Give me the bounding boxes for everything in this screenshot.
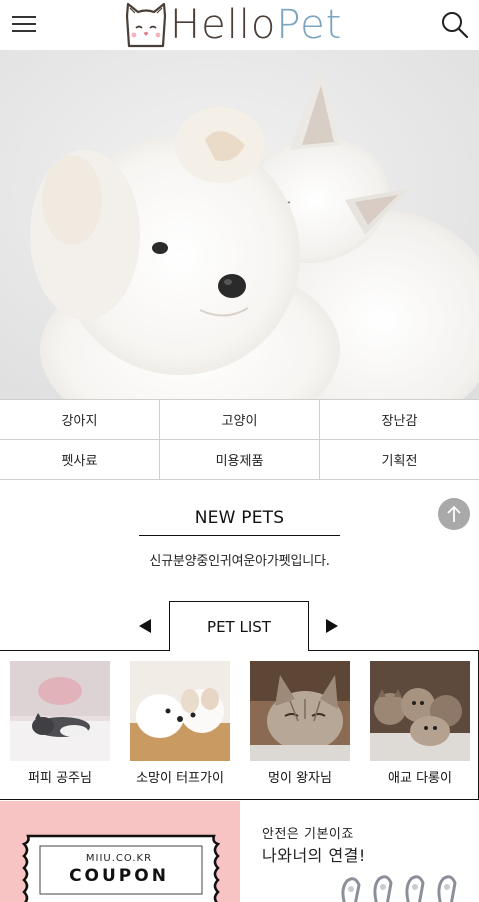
arrow-left-icon[interactable] <box>137 618 153 634</box>
leash-clips-icon <box>341 875 457 902</box>
pet-card[interactable]: 멍이 왕자님 <box>250 661 350 786</box>
header: HelloPet <box>0 0 479 50</box>
category-grooming[interactable]: 미용제품 <box>160 440 320 480</box>
category-grid: 강아지 고양이 장난감 펫사료 미용제품 기획전 <box>0 399 479 480</box>
pet-name: 애교 다롱이 <box>388 771 452 786</box>
pet-list-carousel: 퍼피 공주님 소망이 터프가이 멍이 왕자님 애교 다롱이 <box>0 650 479 800</box>
category-promotions[interactable]: 기획전 <box>320 440 479 480</box>
leash-banner[interactable]: 안전은 기본이죠 나와너의 연결! <box>240 801 479 902</box>
pet-card[interactable]: 소망이 터프가이 <box>130 661 230 786</box>
hero-banner[interactable] <box>0 50 479 399</box>
logo-text-pet: Pet <box>276 2 343 48</box>
category-dog[interactable]: 강아지 <box>0 400 160 440</box>
new-pets-title: NEW PETS <box>139 508 340 536</box>
pet-photo-sleeping-kitten <box>10 661 110 761</box>
pet-name: 멍이 왕자님 <box>268 771 332 786</box>
hero-photo-puppy-and-kitten <box>0 50 479 399</box>
coupon-site-text: MIIU.CO.KR <box>85 853 153 864</box>
pet-name: 소망이 터프가이 <box>136 771 224 786</box>
coupon-title: COUPON <box>69 866 169 886</box>
category-pet-food[interactable]: 펫사료 <box>0 440 160 480</box>
coupon-banner[interactable]: MIIU.CO.KR COUPON <box>0 801 240 902</box>
leash-banner-line2: 나와너의 연결! <box>262 846 366 865</box>
logo[interactable]: HelloPet <box>124 0 342 50</box>
logo-text-hello: Hello <box>170 2 277 48</box>
arrow-right-icon[interactable] <box>324 618 340 634</box>
category-cat[interactable]: 고양이 <box>160 400 320 440</box>
category-toys[interactable]: 장난감 <box>320 400 479 440</box>
new-pets-section: NEW PETS 신규분양중인귀여운아가펫입니다. <box>0 508 479 569</box>
scroll-to-top-icon[interactable] <box>438 498 470 530</box>
pet-photo-two-puppies <box>130 661 230 761</box>
pet-card[interactable]: 애교 다롱이 <box>370 661 470 786</box>
tab-pet-list[interactable]: PET LIST <box>169 601 309 651</box>
cat-logo-icon <box>125 2 167 48</box>
pet-card[interactable]: 퍼피 공주님 <box>10 661 110 786</box>
search-icon[interactable] <box>440 10 470 40</box>
pet-name: 퍼피 공주님 <box>28 771 92 786</box>
leash-banner-line1: 안전은 기본이죠 <box>262 827 354 842</box>
new-pets-subtitle: 신규분양중인귀여운아가펫입니다. <box>149 554 330 569</box>
hamburger-menu-icon[interactable] <box>12 12 38 38</box>
pet-photo-kittens <box>370 661 470 761</box>
pet-photo-tabby-cat <box>250 661 350 761</box>
